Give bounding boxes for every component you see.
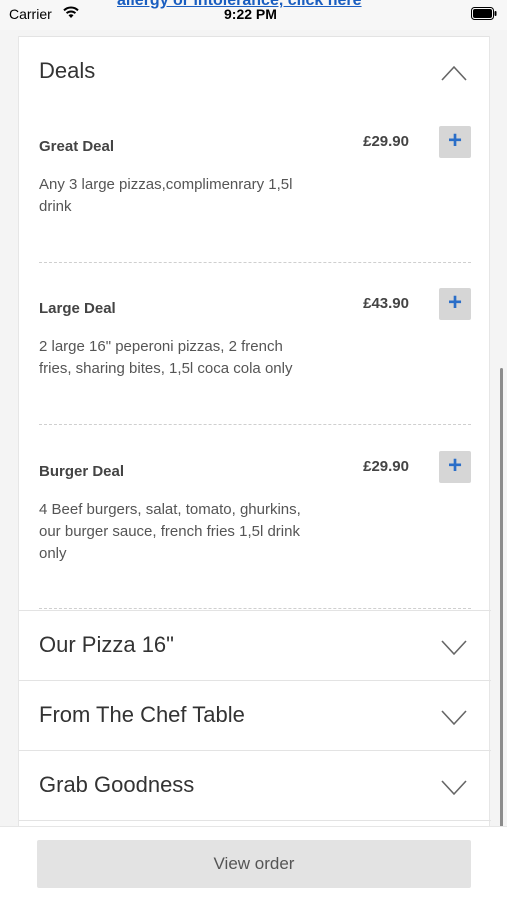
- deal-description: 2 large 16" peperoni pizzas, 2 french fr…: [39, 338, 293, 377]
- dashed-divider: [39, 262, 471, 263]
- menu-card: Deals Great Deal £29.90 + Any 3 large pi…: [18, 36, 491, 836]
- deal-name: Large Deal: [39, 300, 116, 317]
- deal-description: Any 3 large pizzas,complimenrary 1,5l dr…: [39, 176, 293, 215]
- chevron-down-icon: [441, 640, 467, 656]
- deal-description: 4 Beef burgers, salat, tomato, ghurkins,…: [39, 501, 301, 562]
- dashed-divider: [39, 608, 471, 609]
- divider: [19, 750, 491, 751]
- section-title: Deals: [39, 58, 96, 83]
- divider: [19, 610, 491, 611]
- add-to-order-button[interactable]: +: [439, 288, 471, 320]
- deal-price: £29.90: [363, 133, 409, 150]
- divider: [19, 820, 491, 821]
- view-order-button[interactable]: View order: [37, 840, 471, 888]
- section-title: Grab Goodness: [39, 772, 195, 797]
- status-bar: allergy or intolerance, click here Carri…: [0, 0, 507, 30]
- scrollbar[interactable]: [500, 368, 503, 828]
- divider: [19, 680, 491, 681]
- deal-item-great-deal: Great Deal £29.90 + Any 3 large pizzas,c…: [39, 126, 471, 256]
- deal-price: £43.90: [363, 295, 409, 312]
- deal-item-large-deal: Large Deal £43.90 + 2 large 16" peperoni…: [39, 288, 471, 418]
- chevron-down-icon: [441, 710, 467, 726]
- chevron-up-icon: [441, 65, 467, 81]
- deal-name: Great Deal: [39, 138, 115, 155]
- status-time: 9:22 PM: [224, 6, 277, 22]
- section-title: From The Chef Table: [39, 702, 245, 727]
- section-header-our-pizza[interactable]: Our Pizza 16": [19, 612, 491, 682]
- section-header-grab-goodness[interactable]: Grab Goodness: [19, 752, 491, 822]
- section-title: Our Pizza 16": [39, 632, 174, 657]
- add-to-order-button[interactable]: +: [439, 451, 471, 483]
- battery-icon: [471, 7, 497, 20]
- bottom-bar: View order: [0, 826, 507, 900]
- add-to-order-button[interactable]: +: [439, 126, 471, 158]
- deal-price: £29.90: [363, 458, 409, 475]
- dashed-divider: [39, 424, 471, 425]
- chevron-down-icon: [441, 780, 467, 796]
- section-header-chef-table[interactable]: From The Chef Table: [19, 682, 491, 752]
- deal-name: Burger Deal: [39, 463, 125, 480]
- section-header-deals[interactable]: Deals: [19, 36, 491, 106]
- deal-item-burger-deal: Burger Deal £29.90 + 4 Beef burgers, sal…: [39, 451, 471, 601]
- carrier-label: Carrier: [9, 6, 52, 22]
- wifi-icon: [63, 6, 79, 18]
